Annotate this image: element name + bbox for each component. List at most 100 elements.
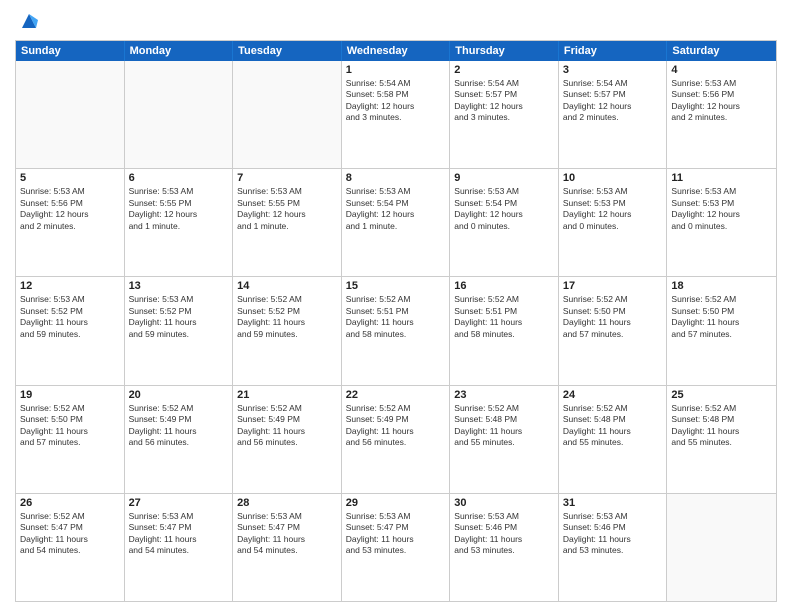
cell-day-number: 26 (20, 497, 120, 509)
calendar-cell: 30Sunrise: 5:53 AM Sunset: 5:46 PM Dayli… (450, 494, 559, 601)
cell-daylight-info: Sunrise: 5:53 AM Sunset: 5:52 PM Dayligh… (129, 294, 229, 340)
weekday-header-saturday: Saturday (667, 41, 776, 61)
calendar-cell: 18 Sunrise: 5:52 AM Sunset: 5:50 PM Dayli… (667, 277, 776, 384)
cell-daylight-info: Sunrise: 5:54 AM Sunset: 5:58 PM Dayligh… (346, 78, 446, 124)
calendar-cell: 2 Sunrise: 5:54 AM Sunset: 5:57 PM Daylig… (450, 61, 559, 168)
calendar-cell: 19 Sunrise: 5:52 AM Sunset: 5:50 PM Dayli… (16, 386, 125, 493)
calendar-cell: 17 Sunrise: 5:52 AM Sunset: 5:50 PM Dayli… (559, 277, 668, 384)
cell-daylight-info: Sunrise: 5:53 AM Sunset: 5:47 PM Dayligh… (129, 511, 229, 557)
cell-day-number: 3 (563, 64, 663, 76)
cell-day-number: 24 (563, 389, 663, 401)
weekday-header-tuesday: Tuesday (233, 41, 342, 61)
calendar-row-4: 26 Sunrise: 5:52 AM Sunset: 5:47 PM Dayli… (16, 493, 776, 601)
calendar-cell: 7 Sunrise: 5:53 AM Sunset: 5:55 PM Daylig… (233, 169, 342, 276)
cell-day-number: 21 (237, 389, 337, 401)
cell-daylight-info: Sunrise: 5:52 AM Sunset: 5:48 PM Dayligh… (563, 403, 663, 449)
calendar-cell (16, 61, 125, 168)
cell-daylight-info: Sunrise: 5:53 AM Sunset: 5:56 PM Dayligh… (20, 186, 120, 232)
calendar-cell: 22 Sunrise: 5:52 AM Sunset: 5:49 PM Dayli… (342, 386, 451, 493)
cell-daylight-info: Sunrise: 5:52 AM Sunset: 5:48 PM Dayligh… (671, 403, 772, 449)
cell-daylight-info: Sunrise: 5:54 AM Sunset: 5:57 PM Dayligh… (454, 78, 554, 124)
calendar-cell: 23Sunrise: 5:52 AM Sunset: 5:48 PM Dayli… (450, 386, 559, 493)
page: SundayMondayTuesdayWednesdayThursdayFrid… (0, 0, 792, 612)
calendar-cell: 13 Sunrise: 5:53 AM Sunset: 5:52 PM Dayli… (125, 277, 234, 384)
calendar-cell: 20 Sunrise: 5:52 AM Sunset: 5:49 PM Dayli… (125, 386, 234, 493)
calendar-cell: 28Sunrise: 5:53 AM Sunset: 5:47 PM Dayli… (233, 494, 342, 601)
cell-daylight-info: Sunrise: 5:53 AM Sunset: 5:54 PM Dayligh… (454, 186, 554, 232)
cell-day-number: 22 (346, 389, 446, 401)
weekday-header-wednesday: Wednesday (342, 41, 451, 61)
calendar: SundayMondayTuesdayWednesdayThursdayFrid… (15, 40, 777, 602)
cell-daylight-info: Sunrise: 5:52 AM Sunset: 5:50 PM Dayligh… (20, 403, 120, 449)
cell-daylight-info: Sunrise: 5:53 AM Sunset: 5:55 PM Dayligh… (237, 186, 337, 232)
cell-daylight-info: Sunrise: 5:53 AM Sunset: 5:47 PM Dayligh… (346, 511, 446, 557)
cell-daylight-info: Sunrise: 5:52 AM Sunset: 5:52 PM Dayligh… (237, 294, 337, 340)
calendar-row-1: 5Sunrise: 5:53 AM Sunset: 5:56 PM Daylig… (16, 168, 776, 276)
calendar-row-0: 1 Sunrise: 5:54 AM Sunset: 5:58 PM Daylig… (16, 61, 776, 168)
cell-day-number: 31 (563, 497, 663, 509)
calendar-cell: 27 Sunrise: 5:53 AM Sunset: 5:47 PM Dayli… (125, 494, 234, 601)
cell-day-number: 27 (129, 497, 229, 509)
calendar-cell: 31 Sunrise: 5:53 AM Sunset: 5:46 PM Dayli… (559, 494, 668, 601)
cell-daylight-info: Sunrise: 5:53 AM Sunset: 5:56 PM Dayligh… (671, 78, 772, 124)
cell-daylight-info: Sunrise: 5:54 AM Sunset: 5:57 PM Dayligh… (563, 78, 663, 124)
calendar-cell: 1 Sunrise: 5:54 AM Sunset: 5:58 PM Daylig… (342, 61, 451, 168)
calendar-cell (667, 494, 776, 601)
cell-day-number: 2 (454, 64, 554, 76)
cell-day-number: 18 (671, 280, 772, 292)
weekday-header-sunday: Sunday (16, 41, 125, 61)
calendar-cell: 9 Sunrise: 5:53 AM Sunset: 5:54 PM Daylig… (450, 169, 559, 276)
cell-day-number: 7 (237, 172, 337, 184)
cell-day-number: 10 (563, 172, 663, 184)
cell-day-number: 17 (563, 280, 663, 292)
weekday-header-thursday: Thursday (450, 41, 559, 61)
cell-daylight-info: Sunrise: 5:53 AM Sunset: 5:54 PM Dayligh… (346, 186, 446, 232)
calendar-cell: 12 Sunrise: 5:53 AM Sunset: 5:52 PM Dayli… (16, 277, 125, 384)
cell-daylight-info: Sunrise: 5:52 AM Sunset: 5:49 PM Dayligh… (346, 403, 446, 449)
cell-day-number: 29 (346, 497, 446, 509)
cell-daylight-info: Sunrise: 5:52 AM Sunset: 5:50 PM Dayligh… (671, 294, 772, 340)
cell-day-number: 12 (20, 280, 120, 292)
cell-daylight-info: Sunrise: 5:53 AM Sunset: 5:53 PM Dayligh… (563, 186, 663, 232)
cell-day-number: 30 (454, 497, 554, 509)
cell-day-number: 19 (20, 389, 120, 401)
cell-daylight-info: Sunrise: 5:53 AM Sunset: 5:53 PM Dayligh… (671, 186, 772, 232)
cell-daylight-info: Sunrise: 5:53 AM Sunset: 5:55 PM Dayligh… (129, 186, 229, 232)
calendar-row-3: 19 Sunrise: 5:52 AM Sunset: 5:50 PM Dayli… (16, 385, 776, 493)
cell-day-number: 8 (346, 172, 446, 184)
cell-day-number: 6 (129, 172, 229, 184)
cell-day-number: 14 (237, 280, 337, 292)
calendar-cell: 21Sunrise: 5:52 AM Sunset: 5:49 PM Dayli… (233, 386, 342, 493)
header (15, 10, 777, 32)
calendar-cell (233, 61, 342, 168)
calendar-cell: 10 Sunrise: 5:53 AM Sunset: 5:53 PM Dayli… (559, 169, 668, 276)
calendar-cell: 16Sunrise: 5:52 AM Sunset: 5:51 PM Dayli… (450, 277, 559, 384)
calendar-cell: 15Sunrise: 5:52 AM Sunset: 5:51 PM Dayli… (342, 277, 451, 384)
cell-daylight-info: Sunrise: 5:52 AM Sunset: 5:49 PM Dayligh… (129, 403, 229, 449)
cell-day-number: 20 (129, 389, 229, 401)
cell-daylight-info: Sunrise: 5:52 AM Sunset: 5:48 PM Dayligh… (454, 403, 554, 449)
cell-daylight-info: Sunrise: 5:52 AM Sunset: 5:50 PM Dayligh… (563, 294, 663, 340)
cell-daylight-info: Sunrise: 5:53 AM Sunset: 5:46 PM Dayligh… (563, 511, 663, 557)
cell-day-number: 4 (671, 64, 772, 76)
logo-icon (18, 10, 40, 32)
calendar-cell (125, 61, 234, 168)
calendar-cell: 26 Sunrise: 5:52 AM Sunset: 5:47 PM Dayli… (16, 494, 125, 601)
calendar-body: 1 Sunrise: 5:54 AM Sunset: 5:58 PM Daylig… (16, 61, 776, 601)
weekday-header-monday: Monday (125, 41, 234, 61)
cell-daylight-info: Sunrise: 5:52 AM Sunset: 5:47 PM Dayligh… (20, 511, 120, 557)
weekday-header-friday: Friday (559, 41, 668, 61)
calendar-cell: 6 Sunrise: 5:53 AM Sunset: 5:55 PM Daylig… (125, 169, 234, 276)
calendar-header: SundayMondayTuesdayWednesdayThursdayFrid… (16, 41, 776, 61)
cell-daylight-info: Sunrise: 5:52 AM Sunset: 5:51 PM Dayligh… (346, 294, 446, 340)
cell-daylight-info: Sunrise: 5:53 AM Sunset: 5:52 PM Dayligh… (20, 294, 120, 340)
cell-day-number: 1 (346, 64, 446, 76)
cell-day-number: 11 (671, 172, 772, 184)
calendar-cell: 11 Sunrise: 5:53 AM Sunset: 5:53 PM Dayli… (667, 169, 776, 276)
cell-day-number: 9 (454, 172, 554, 184)
cell-day-number: 13 (129, 280, 229, 292)
calendar-cell: 5Sunrise: 5:53 AM Sunset: 5:56 PM Daylig… (16, 169, 125, 276)
calendar-cell: 25Sunrise: 5:52 AM Sunset: 5:48 PM Dayli… (667, 386, 776, 493)
cell-daylight-info: Sunrise: 5:52 AM Sunset: 5:51 PM Dayligh… (454, 294, 554, 340)
calendar-cell: 3 Sunrise: 5:54 AM Sunset: 5:57 PM Daylig… (559, 61, 668, 168)
